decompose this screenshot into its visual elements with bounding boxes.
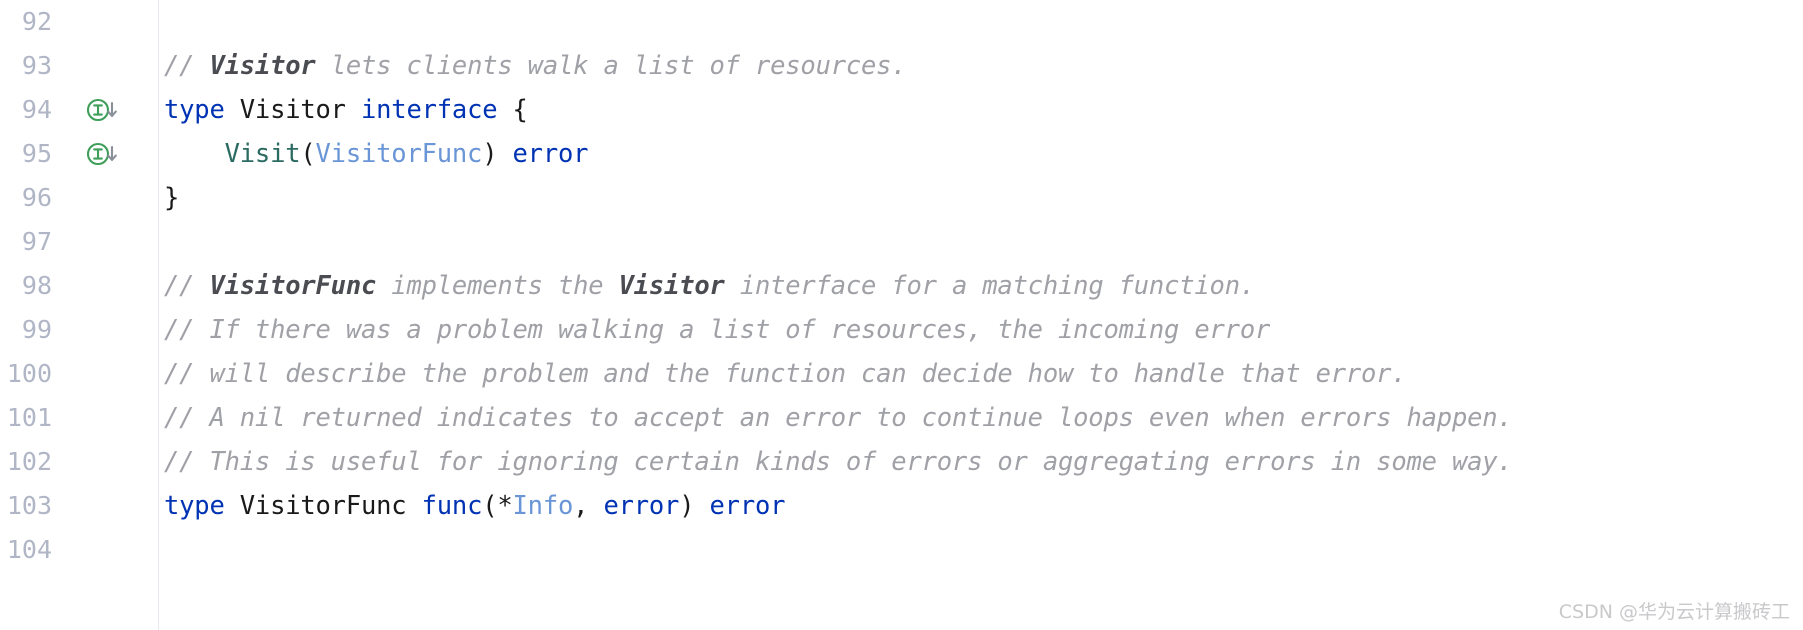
code-line[interactable]: // If there was a problem walking a list… [160, 308, 1803, 352]
gutter-row[interactable]: 95 [0, 132, 158, 176]
code-token: // will describe the problem and the fun… [164, 359, 1407, 389]
code-token: // If there was a problem walking a list… [164, 315, 1271, 345]
code-token: Visitor [209, 51, 316, 81]
gutter-row[interactable]: 102 [0, 440, 158, 484]
implemented-interface-icon[interactable] [86, 141, 122, 167]
line-number: 93 [21, 51, 52, 80]
code-line[interactable]: // VisitorFunc implements the Visitor in… [160, 264, 1803, 308]
code-line[interactable]: type Visitor interface { [160, 88, 1803, 132]
code-token: func [421, 491, 483, 521]
code-line[interactable]: type VisitorFunc func(*Info, error) erro… [160, 484, 1803, 528]
code-token: VisitorFunc [315, 139, 483, 169]
line-number: 92 [21, 7, 52, 36]
line-number: 103 [6, 491, 52, 520]
gutter-row[interactable]: 98 [0, 264, 158, 308]
code-token: interface for a matching function. [724, 271, 1256, 301]
code-token: } [164, 183, 180, 213]
code-token: // [164, 271, 210, 301]
code-token: { [512, 95, 528, 125]
line-number: 95 [21, 139, 52, 168]
code-editor: 92 93 94 95 96 97 98 99 100 101 102 103 104 // Visit… [0, 0, 1803, 630]
editor-gutter[interactable]: 92 93 94 95 96 97 98 99 100 101 102 103 104 [0, 0, 159, 630]
gutter-row[interactable]: 93 [0, 44, 158, 88]
code-token: Visit [224, 139, 301, 169]
code-line[interactable]: // Visitor lets clients walk a list of r… [160, 44, 1803, 88]
gutter-row[interactable]: 94 [0, 88, 158, 132]
gutter-row[interactable]: 100 [0, 352, 158, 396]
code-token: implements the [376, 271, 619, 301]
code-token: Visitor [239, 95, 346, 125]
code-token: // A nil returned indicates to accept an… [164, 403, 1513, 433]
code-line[interactable]: // will describe the problem and the fun… [160, 352, 1803, 396]
code-line[interactable]: } [160, 176, 1803, 220]
code-line[interactable]: // This is useful for ignoring certain k… [160, 440, 1803, 484]
code-token: type [164, 95, 225, 125]
gutter-row[interactable]: 97 [0, 220, 158, 264]
line-number: 99 [21, 315, 52, 344]
watermark: CSDN @华为云计算搬砖工 [1558, 601, 1790, 623]
code-token: type [164, 491, 225, 521]
gutter-row[interactable]: 104 [0, 528, 158, 572]
code-content-area[interactable]: // Visitor lets clients walk a list of r… [160, 0, 1803, 630]
line-number: 101 [6, 403, 52, 432]
gutter-row[interactable]: 99 [0, 308, 158, 352]
line-number: 94 [21, 95, 52, 124]
code-token: error [709, 491, 786, 521]
code-line[interactable]: // A nil returned indicates to accept an… [160, 396, 1803, 440]
line-number: 98 [21, 271, 52, 300]
code-token: * [497, 491, 513, 521]
code-line[interactable] [160, 528, 1803, 572]
code-line[interactable]: Visit(VisitorFunc) error [160, 132, 1803, 176]
code-token: ( [482, 491, 498, 521]
code-token: // [164, 51, 210, 81]
code-token: ) [482, 139, 498, 169]
line-number: 104 [6, 535, 52, 564]
gutter-row[interactable]: 101 [0, 396, 158, 440]
code-token: // This is useful for ignoring certain k… [164, 447, 1513, 477]
code-token: ( [300, 139, 316, 169]
code-token: , [573, 491, 604, 521]
gutter-row[interactable]: 92 [0, 0, 158, 44]
code-token: ) [679, 491, 695, 521]
code-token: VisitorFunc [239, 491, 407, 521]
code-token: interface [361, 95, 498, 125]
gutter-row[interactable]: 96 [0, 176, 158, 220]
line-number: 100 [6, 359, 52, 388]
code-token: Visitor [618, 271, 725, 301]
code-token: lets clients walk a list of resources. [315, 51, 907, 81]
line-number: 97 [21, 227, 52, 256]
code-line[interactable] [160, 0, 1803, 44]
code-line[interactable] [160, 220, 1803, 264]
code-token: error [512, 139, 589, 169]
gutter-row[interactable]: 103 [0, 484, 158, 528]
implemented-interface-icon[interactable] [86, 97, 122, 123]
code-token: VisitorFunc [209, 271, 377, 301]
code-token: error [603, 491, 680, 521]
code-token: Info [512, 491, 574, 521]
line-number: 102 [6, 447, 52, 476]
line-number: 96 [21, 183, 52, 212]
